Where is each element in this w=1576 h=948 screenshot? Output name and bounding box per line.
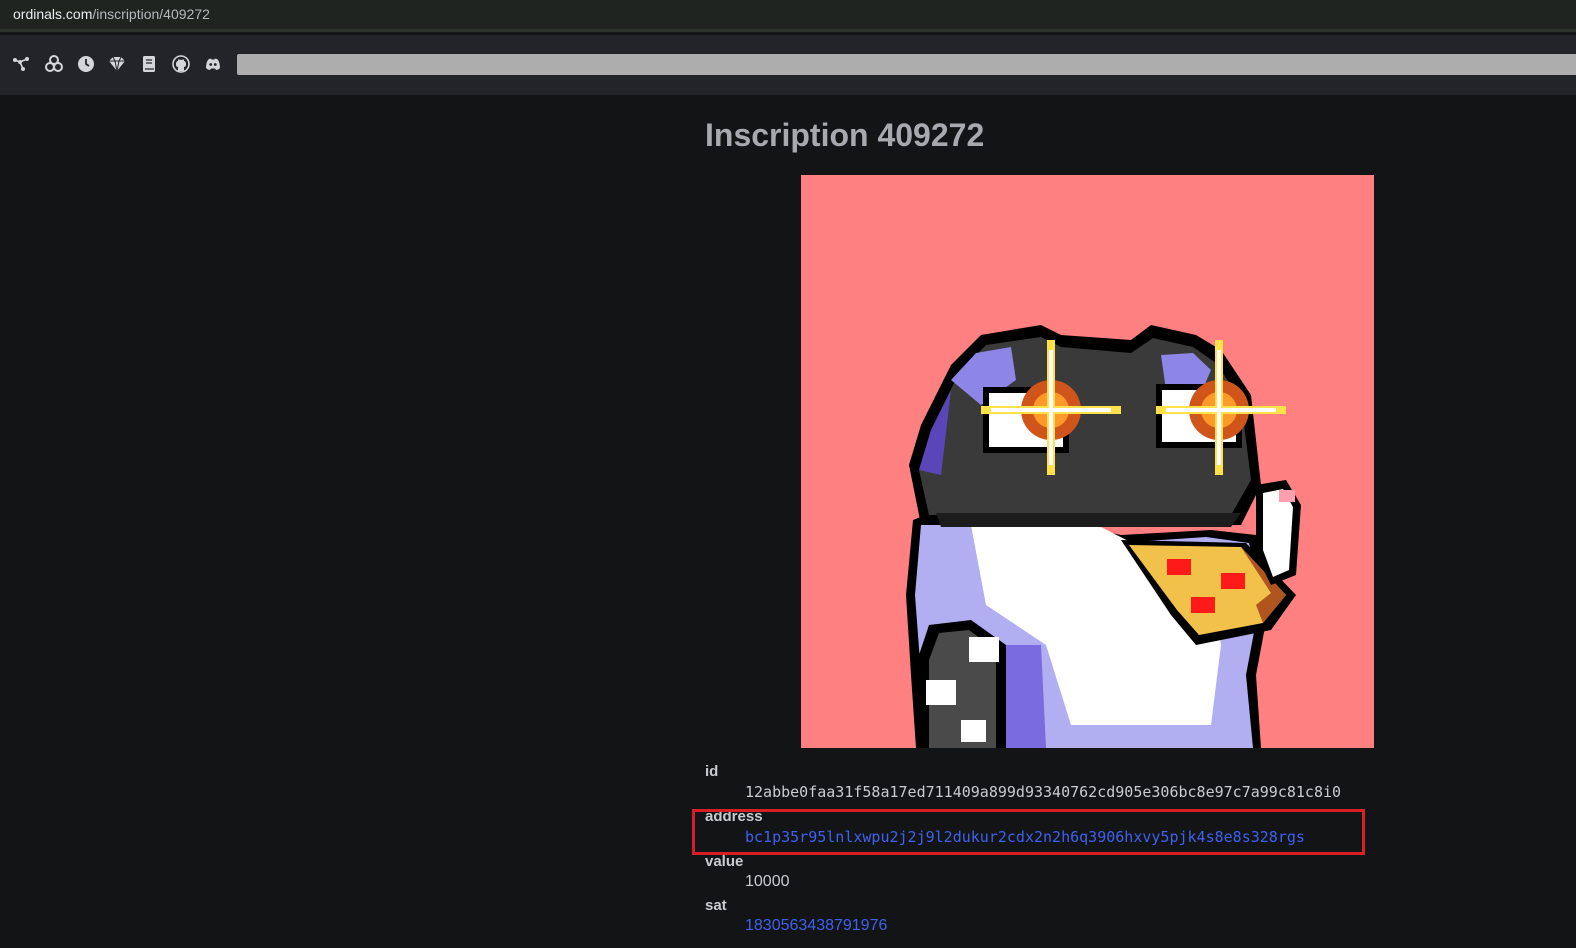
gem-icon[interactable] xyxy=(108,55,126,73)
prop-address-link[interactable]: bc1p35r95lnlxwpu2j2j9l2dukur2cdx2n2h6q39… xyxy=(745,828,1305,846)
prop-value-label: value xyxy=(705,853,744,870)
clock-icon[interactable] xyxy=(77,55,95,73)
site-nav-bar xyxy=(0,35,1576,95)
book-icon[interactable] xyxy=(140,55,158,73)
search-input[interactable] xyxy=(237,54,1576,75)
prop-id-label: id xyxy=(705,763,719,780)
prop-value-value: 10000 xyxy=(745,873,790,890)
prop-address-label: address xyxy=(705,808,763,825)
prop-address: address bc1p35r95lnlxwpu2j2j9l2dukur2cdx… xyxy=(705,808,1576,848)
github-icon[interactable] xyxy=(172,55,190,73)
rare-sats-icon[interactable] xyxy=(45,55,63,73)
blocks-icon[interactable] xyxy=(12,55,30,73)
browser-url-bar[interactable]: ordinals.com/inscription/409272 xyxy=(0,0,1576,32)
url-path: /inscription/409272 xyxy=(92,6,210,22)
prop-id: id 12abbe0faa31f58a17ed711409a899d933407… xyxy=(705,763,1576,803)
page-title: Inscription 409272 xyxy=(705,117,985,153)
prop-value: value 10000 xyxy=(705,853,1576,893)
url-host: ordinals.com xyxy=(13,6,93,22)
discord-icon[interactable] xyxy=(204,55,222,73)
prop-sat-label: sat xyxy=(705,897,727,914)
prop-sat-link[interactable]: 1830563438791976 xyxy=(745,917,887,934)
prop-id-value: 12abbe0faa31f58a17ed711409a899d93340762c… xyxy=(745,783,1342,801)
pixel-art-image xyxy=(906,325,1301,748)
inscription-preview[interactable] xyxy=(801,175,1374,748)
prop-sat: sat 1830563438791976 xyxy=(705,897,1576,937)
